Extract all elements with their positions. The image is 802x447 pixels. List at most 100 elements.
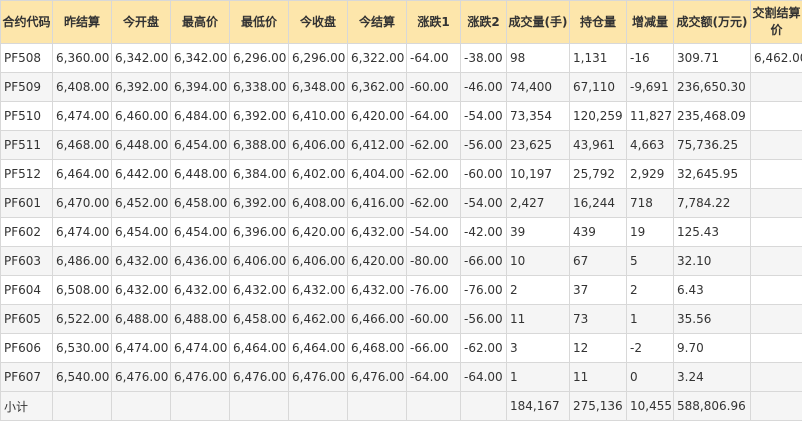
table-cell: 43,961 [569, 130, 627, 160]
table-cell: 6,468.00 [52, 130, 112, 160]
column-header: 成交量(手) [506, 0, 570, 44]
table-cell: 7,784.22 [673, 188, 751, 218]
table-cell: 6,474.00 [111, 333, 171, 363]
table-cell: 6,406.00 [288, 246, 348, 276]
table-cell: 6,432.00 [229, 275, 289, 305]
table-row: PF602 6,474.00 6,454.00 6,454.00 6,396.00 6,4… [0, 217, 802, 247]
table-cell: 6,406.00 [288, 130, 348, 160]
table-cell: 6,338.00 [229, 72, 289, 102]
table-cell: 6,486.00 [52, 246, 112, 276]
column-header: 持仓量 [569, 0, 627, 44]
subtotal-cell [750, 391, 802, 421]
column-header: 涨跌2 [460, 0, 507, 44]
table-cell [750, 333, 802, 363]
table-cell: 6,464.00 [229, 333, 289, 363]
subtotal-cell [52, 391, 112, 421]
column-header: 昨结算 [52, 0, 112, 44]
contract-code-cell: PF605 [0, 304, 53, 334]
table-cell: 718 [626, 188, 674, 218]
table-cell: -62.00 [406, 188, 461, 218]
table-cell [750, 246, 802, 276]
table-cell: 10,197 [506, 159, 570, 189]
table-cell: -56.00 [460, 130, 507, 160]
table-cell: 6,404.00 [347, 159, 407, 189]
table-body: PF508 6,360.00 6,342.00 6,342.00 6,296.00 6,2… [0, 43, 802, 421]
table-cell: 5 [626, 246, 674, 276]
column-header: 今开盘 [111, 0, 171, 44]
contract-code-cell: PF509 [0, 72, 53, 102]
table-cell: 6,392.00 [111, 72, 171, 102]
table-cell: 73,354 [506, 101, 570, 131]
table-cell: 6,464.00 [288, 333, 348, 363]
table-cell: 6,470.00 [52, 188, 112, 218]
table-cell: 6,448.00 [111, 130, 171, 160]
table-cell: 6,416.00 [347, 188, 407, 218]
table-cell: 73 [569, 304, 627, 334]
table-cell: 6,474.00 [170, 333, 230, 363]
table-cell: 6,296.00 [288, 43, 348, 73]
contract-code-cell: PF603 [0, 246, 53, 276]
table-cell: 6,402.00 [288, 159, 348, 189]
table-cell: -54.00 [460, 188, 507, 218]
table-cell: 6,462.00 [750, 43, 802, 73]
subtotal-cell [347, 391, 407, 421]
table-cell: 6,458.00 [170, 188, 230, 218]
subtotal-cell [229, 391, 289, 421]
table-cell: 6,412.00 [347, 130, 407, 160]
contract-code-cell: PF606 [0, 333, 53, 363]
table-cell: 6,388.00 [229, 130, 289, 160]
table-cell: -64.00 [460, 362, 507, 392]
table-cell [750, 275, 802, 305]
table-cell: 6,442.00 [111, 159, 171, 189]
table-cell: -54.00 [460, 101, 507, 131]
table-cell: -38.00 [460, 43, 507, 73]
table-row: PF601 6,470.00 6,452.00 6,458.00 6,392.00 6,4… [0, 188, 802, 218]
table-cell: 6,432.00 [111, 246, 171, 276]
table-row: PF508 6,360.00 6,342.00 6,342.00 6,296.00 6,2… [0, 43, 802, 73]
column-header: 交割结算价 [750, 0, 802, 44]
column-header: 今收盘 [288, 0, 348, 44]
table-cell: -64.00 [406, 43, 461, 73]
table-row: PF511 6,468.00 6,448.00 6,454.00 6,388.00 6,4… [0, 130, 802, 160]
table-cell: 6,488.00 [170, 304, 230, 334]
table-cell: -64.00 [406, 362, 461, 392]
table-cell: 6,464.00 [52, 159, 112, 189]
contract-code-cell: PF601 [0, 188, 53, 218]
subtotal-row: 小计 184,167 275,136 10,455 588,806.96 [0, 391, 802, 421]
table-cell: -16 [626, 43, 674, 73]
table-cell: 236,650.30 [673, 72, 751, 102]
table-cell: 6,454.00 [170, 217, 230, 247]
table-cell: 6,454.00 [170, 130, 230, 160]
subtotal-cell: 588,806.96 [673, 391, 751, 421]
table-cell: 2 [506, 275, 570, 305]
table-cell [750, 362, 802, 392]
subtotal-cell: 184,167 [506, 391, 570, 421]
column-header: 今结算 [347, 0, 407, 44]
table-header: 合约代码 昨结算 今开盘 最高价 最低价 今收盘 今结算 涨跌1 涨跌2 成交量(手) 持仓量 增减量… [0, 0, 802, 44]
table-cell: 2 [626, 275, 674, 305]
table-cell: -62.00 [406, 130, 461, 160]
futures-quote-table: 合约代码 昨结算 今开盘 最高价 最低价 今收盘 今结算 涨跌1 涨跌2 成交量(手) 持仓量 增减量… [0, 0, 802, 421]
table-cell [750, 130, 802, 160]
table-cell: 98 [506, 43, 570, 73]
table-cell: 16,244 [569, 188, 627, 218]
column-header: 成交额(万元) [673, 0, 751, 44]
column-header: 合约代码 [0, 0, 53, 44]
contract-code-cell: PF607 [0, 362, 53, 392]
table-cell: 75,736.25 [673, 130, 751, 160]
table-cell: -60.00 [460, 159, 507, 189]
table-cell: 6,408.00 [52, 72, 112, 102]
table-cell: 1,131 [569, 43, 627, 73]
table-cell: 309.71 [673, 43, 751, 73]
table-cell: 6,488.00 [111, 304, 171, 334]
table-cell: 6,394.00 [170, 72, 230, 102]
table-cell: 35.56 [673, 304, 751, 334]
table-cell: -56.00 [460, 304, 507, 334]
table-cell: 6,410.00 [288, 101, 348, 131]
table-cell [750, 159, 802, 189]
table-cell: -76.00 [460, 275, 507, 305]
column-header: 最低价 [229, 0, 289, 44]
contract-code-cell: PF602 [0, 217, 53, 247]
table-cell: 6,436.00 [170, 246, 230, 276]
table-row: PF605 6,522.00 6,488.00 6,488.00 6,458.00 6,4… [0, 304, 802, 334]
